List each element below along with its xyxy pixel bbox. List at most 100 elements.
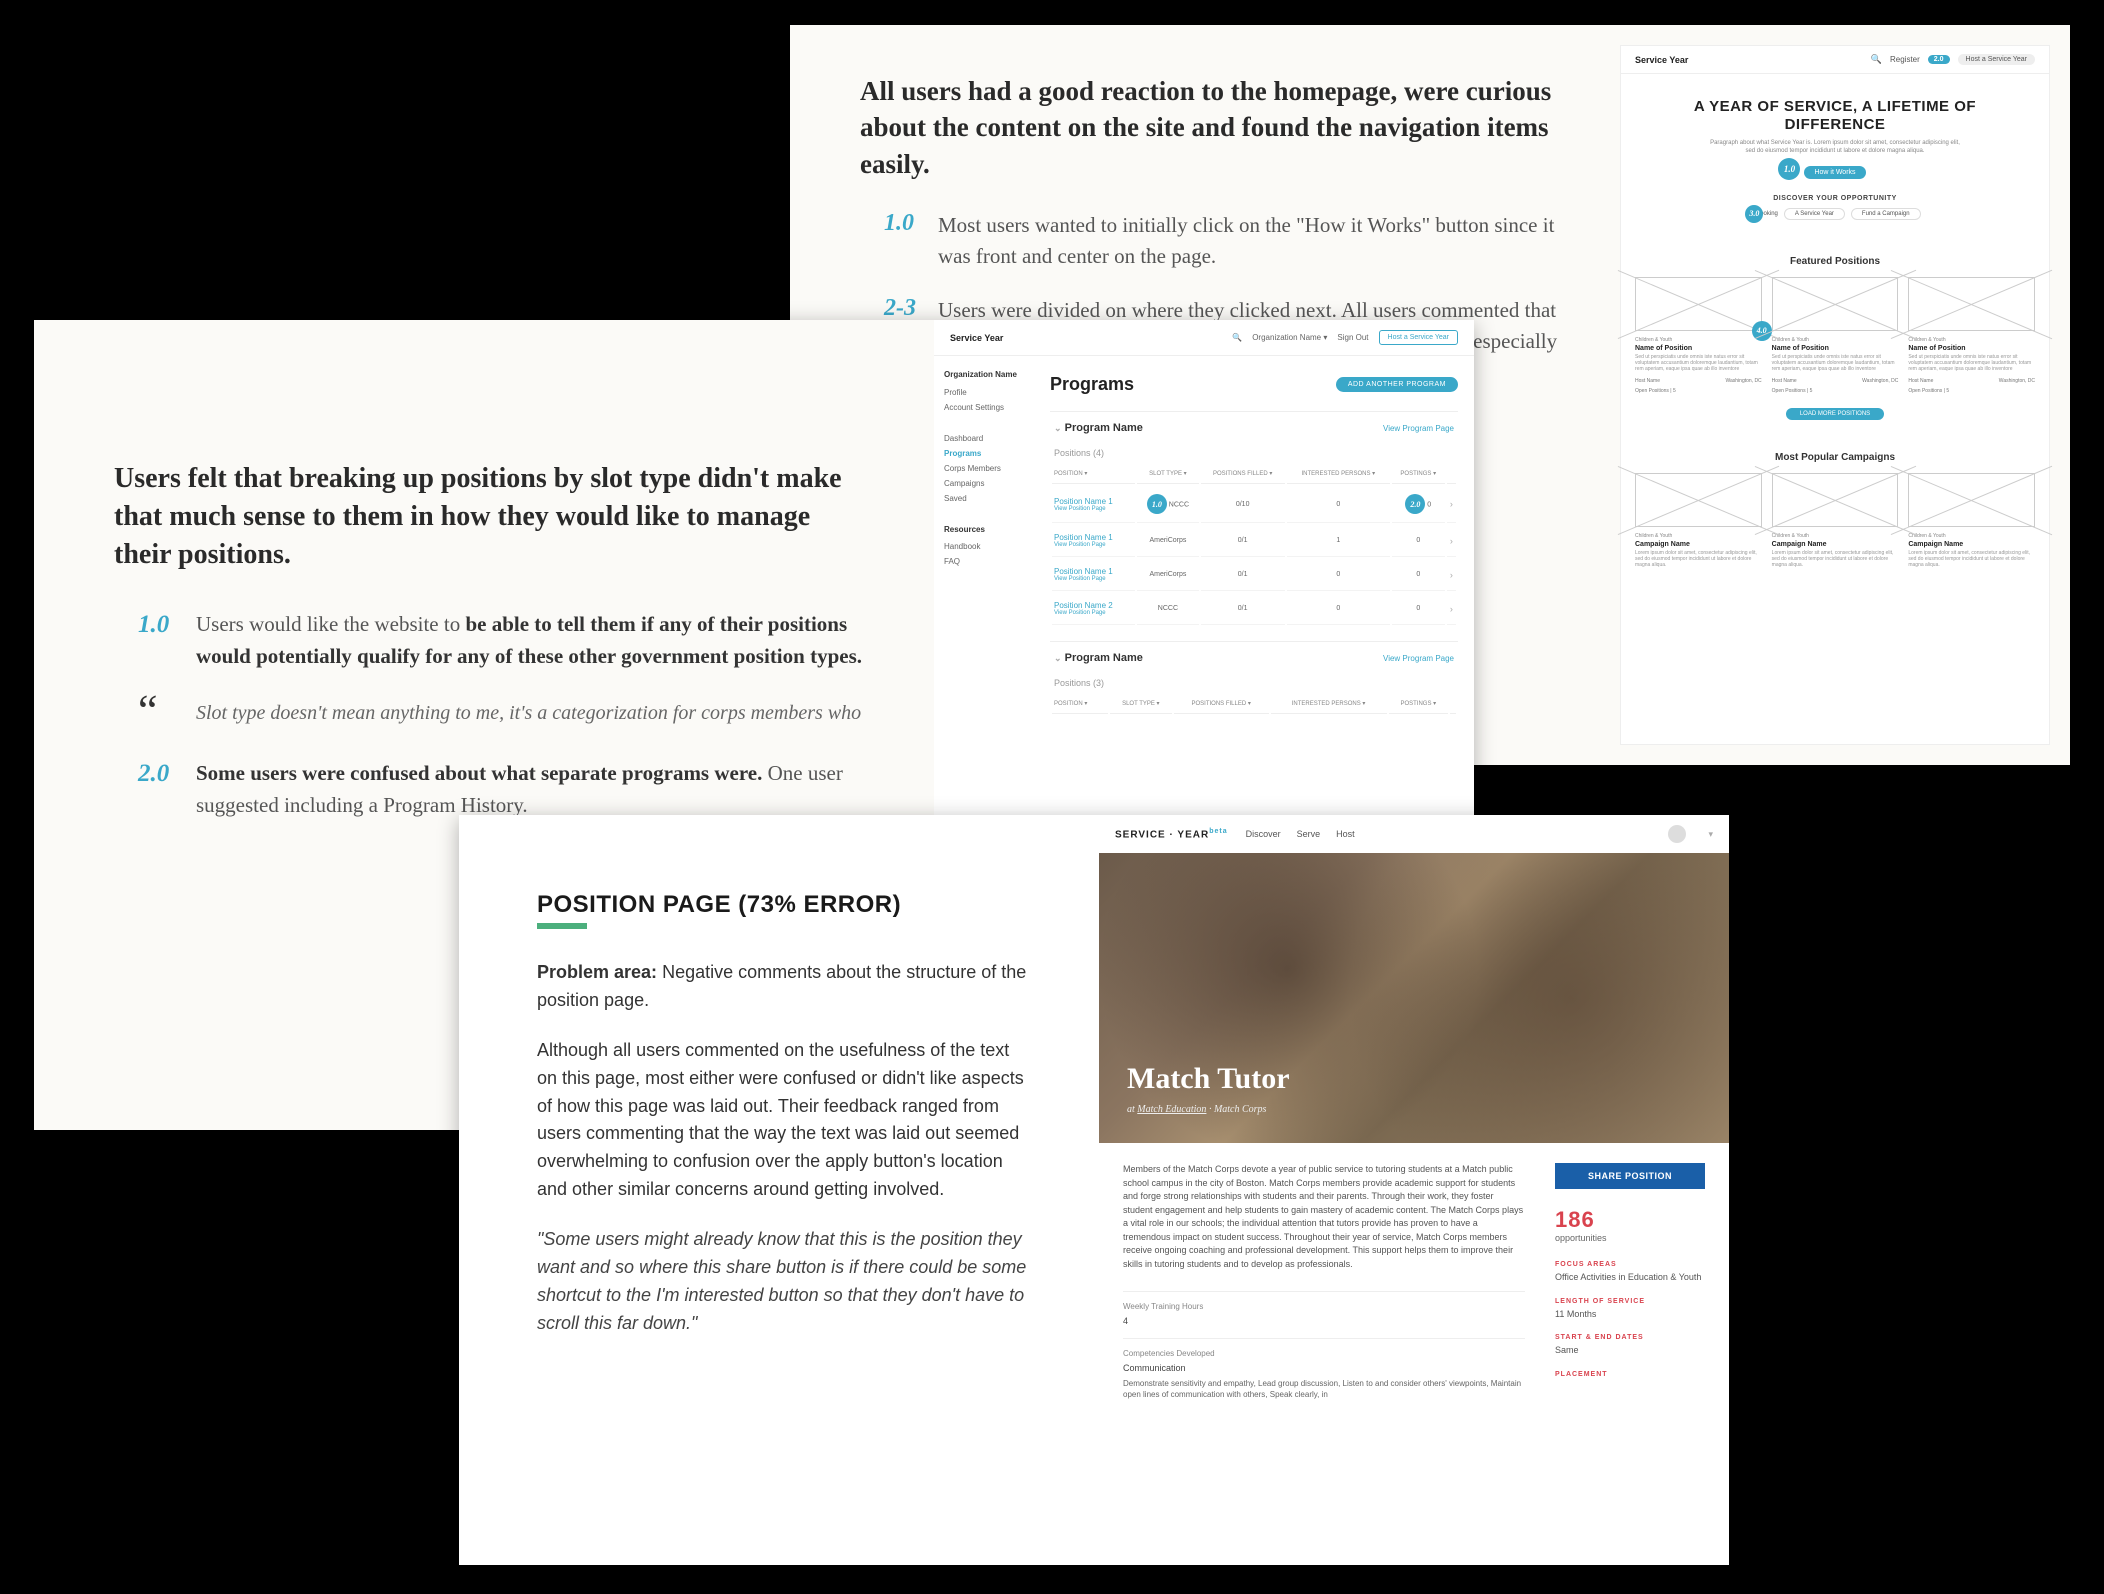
col-positions-filled[interactable]: POSITIONS FILLED ▾ (1201, 464, 1285, 484)
nav-host[interactable]: Host (1336, 829, 1355, 839)
share-position-button[interactable]: SHARE POSITION (1555, 1163, 1705, 1189)
campaign-card[interactable]: Children & Youth Campaign Name Lorem ips… (1635, 473, 1762, 568)
position-card[interactable]: Children & Youth Name of Position Sed ut… (1772, 277, 1899, 394)
research-panel-position-page: POSITION PAGE (73% ERROR) Problem area: … (459, 815, 1729, 1565)
sidebar-item-programs[interactable]: Programs (944, 449, 1024, 458)
col-slot-type[interactable]: SLOT TYPE ▾ (1110, 694, 1172, 714)
org-name-dropdown[interactable]: Organization Name ▾ (1252, 333, 1327, 342)
cell-interested: 1 (1287, 525, 1390, 557)
campaign-card[interactable]: Children & Youth Campaign Name Lorem ips… (1908, 473, 2035, 568)
opportunities-count: 186 (1555, 1207, 1705, 1233)
avatar[interactable] (1668, 825, 1686, 843)
position-name-link[interactable]: Position Name 1 (1054, 567, 1133, 576)
card-image-placeholder (1908, 473, 2035, 527)
chevron-right-icon: › (1450, 570, 1453, 580)
sign-out-link[interactable]: Sign Out (1337, 333, 1368, 342)
card-description: Sed ut perspiciatis unde omnis iste natu… (1908, 354, 2035, 372)
sidebar-item-handbook[interactable]: Handbook (944, 542, 1024, 551)
main-nav: Discover Serve Host (1246, 829, 1355, 839)
cell-slot-type: 1.0 NCCC (1137, 486, 1198, 523)
card-title: Campaign Name (1772, 541, 1899, 548)
sidebar-section-value: 11 Months (1555, 1309, 1705, 1321)
position-card[interactable]: 4.0 Children & Youth Name of Position Se… (1635, 277, 1762, 394)
cell-interested: 0 (1287, 593, 1390, 625)
program-accordion-header[interactable]: ⌄ Program Name View Program Page (1050, 411, 1458, 444)
position-name-link[interactable]: Position Name 2 (1054, 601, 1133, 610)
accordion-title: ⌄ Program Name (1054, 422, 1143, 434)
register-link[interactable]: Register (1890, 55, 1920, 64)
cell-expand[interactable]: › (1447, 525, 1456, 557)
cell-expand[interactable]: › (1447, 486, 1456, 523)
org-link[interactable]: Match Education (1137, 1104, 1206, 1115)
host-cta-button[interactable]: Host a Service Year (1379, 330, 1458, 345)
field-training-hours: Weekly Training Hours 4 (1123, 1291, 1525, 1338)
card-title: Name of Position (1772, 345, 1899, 352)
host-cta-button[interactable]: Host a Service Year (1958, 54, 2035, 65)
quote-mark-icon: “ (138, 698, 196, 728)
nav-discover[interactable]: Discover (1246, 829, 1281, 839)
view-program-link[interactable]: View Program Page (1383, 424, 1454, 433)
featured-positions-heading: Featured Positions (1621, 238, 2049, 277)
position-name-link[interactable]: Position Name 1 (1054, 497, 1133, 506)
search-icon[interactable]: 🔍 (1232, 333, 1242, 342)
position-page-wireframe: SERVICE · YEARbeta Discover Serve Host ▾… (1099, 815, 1729, 1565)
sidebar-item-corps-members[interactable]: Corps Members (944, 464, 1024, 473)
sidebar-item-settings[interactable]: Account Settings (944, 403, 1024, 412)
position-title: Match Tutor (1127, 1062, 1701, 1096)
cell-interested: 0 (1287, 559, 1390, 591)
sidebar-item-dashboard[interactable]: Dashboard (944, 434, 1024, 443)
panel3-quote: "Some users might already know that this… (537, 1226, 1029, 1338)
col-position[interactable]: POSITION ▾ (1052, 464, 1135, 484)
view-position-link[interactable]: View Position Page (1054, 506, 1133, 512)
cell-expand[interactable]: › (1447, 559, 1456, 591)
wireframe-header: SERVICE · YEARbeta Discover Serve Host ▾ (1099, 815, 1729, 853)
table-row[interactable]: Position Name 1View Position PageAmeriCo… (1052, 525, 1456, 557)
cell-expand[interactable]: › (1447, 593, 1456, 625)
sidebar-item-saved[interactable]: Saved (944, 494, 1024, 503)
cell-filled: 0/1 (1201, 525, 1285, 557)
table-row[interactable]: Position Name 1View Position PageAmeriCo… (1052, 559, 1456, 591)
cell-position: Position Name 2View Position Page (1052, 593, 1135, 625)
dropdown-chevron-icon[interactable]: ▾ (1708, 829, 1713, 840)
col-positions-filled[interactable]: POSITIONS FILLED ▾ (1174, 694, 1269, 714)
homepage-wireframe: Service Year 🔍 Register 2.0 Host a Servi… (1620, 45, 2050, 745)
col-interested-persons[interactable]: INTERESTED PERSONS ▾ (1271, 694, 1387, 714)
col-position[interactable]: POSITION ▾ (1052, 694, 1108, 714)
view-position-link[interactable]: View Position Page (1054, 542, 1133, 548)
chip-service-year[interactable]: A Service Year (1784, 208, 1845, 220)
add-program-button[interactable]: ADD ANOTHER PROGRAM (1336, 377, 1458, 392)
campaign-cards-row: Children & Youth Campaign Name Lorem ips… (1621, 473, 2049, 568)
wireframe-body: Organization Name Profile Account Settin… (934, 356, 1474, 734)
position-name-link[interactable]: Position Name 1 (1054, 533, 1133, 542)
col-interested-persons[interactable]: INTERESTED PERSONS ▾ (1287, 464, 1390, 484)
sidebar-item-profile[interactable]: Profile (944, 388, 1024, 397)
load-more-button[interactable]: LOAD MORE POSITIONS (1786, 408, 1884, 420)
positions-table: POSITION ▾ SLOT TYPE ▾ POSITIONS FILLED … (1050, 692, 1458, 716)
position-sidebar: SHARE POSITION 186 opportunities FOCUS A… (1555, 1163, 1705, 1411)
nav-serve[interactable]: Serve (1297, 829, 1321, 839)
table-row[interactable]: Position Name 2View Position PageNCCC0/1… (1052, 593, 1456, 625)
program-accordion-header[interactable]: ⌄ Program Name View Program Page (1050, 641, 1458, 674)
how-it-works-button[interactable]: How it Works (1804, 166, 1865, 179)
callout-badge: 1.0 (1778, 158, 1800, 180)
title-underline (537, 923, 587, 929)
callout-badge: 2.0 (1405, 494, 1425, 514)
view-program-link[interactable]: View Program Page (1383, 654, 1454, 663)
load-more-row: LOAD MORE POSITIONS (1621, 408, 2049, 420)
col-postings[interactable]: POSTINGS ▾ (1389, 694, 1448, 714)
field-value-detail: Demonstrate sensitivity and empathy, Lea… (1123, 1378, 1525, 1400)
search-icon[interactable]: 🔍 (1871, 54, 1882, 65)
campaign-card[interactable]: Children & Youth Campaign Name Lorem ips… (1772, 473, 1899, 568)
view-position-link[interactable]: View Position Page (1054, 576, 1133, 582)
card-tag: Children & Youth (1908, 337, 2035, 343)
col-postings[interactable]: POSTINGS ▾ (1392, 464, 1445, 484)
sidebar-item-faq[interactable]: FAQ (944, 557, 1024, 566)
sidebar-item-campaigns[interactable]: Campaigns (944, 479, 1024, 488)
col-slot-type[interactable]: SLOT TYPE ▾ (1137, 464, 1198, 484)
table-row[interactable]: Position Name 1View Position Page 1.0 NCC… (1052, 486, 1456, 523)
position-card[interactable]: Children & Youth Name of Position Sed ut… (1908, 277, 2035, 394)
view-position-link[interactable]: View Position Page (1054, 610, 1133, 616)
card-description: Lorem ipsum dolor sit amet, consectetur … (1908, 550, 2035, 568)
chip-fund-campaign[interactable]: Fund a Campaign (1851, 208, 1921, 220)
card-tag: Children & Youth (1772, 337, 1899, 343)
